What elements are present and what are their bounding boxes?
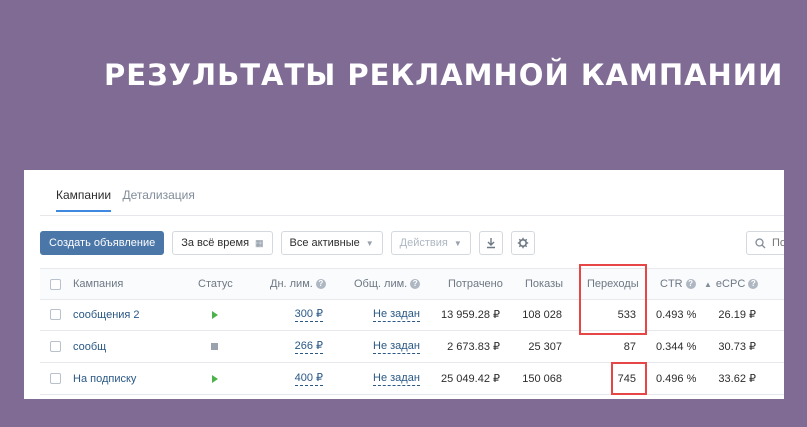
- toolbar: Создать объявление За всё время ▦ Все ак…: [40, 231, 543, 255]
- column-day-limit-label: Дн. лим.: [270, 278, 313, 290]
- chevron-down-icon: ▼: [453, 238, 462, 248]
- tab-campaigns[interactable]: Кампании: [56, 188, 112, 212]
- calendar-icon: ▦: [255, 237, 264, 248]
- column-total-limit-label: Общ. лим.: [354, 278, 408, 290]
- actions-label: Действия: [399, 237, 448, 249]
- row-checkbox[interactable]: [50, 331, 61, 362]
- status-stopped-icon[interactable]: [211, 331, 218, 362]
- day-limit-value: 400 ₽: [294, 371, 323, 386]
- row-checkbox[interactable]: [50, 363, 61, 394]
- total-limit-link[interactable]: Не задан: [373, 363, 420, 394]
- impressions-value: 25 307: [528, 340, 562, 353]
- day-limit-link[interactable]: 300 ₽: [280, 299, 323, 330]
- total-limit-value: Не задан: [373, 339, 420, 354]
- tabs-divider: [40, 215, 784, 216]
- search-field[interactable]: [746, 231, 784, 255]
- day-limit-value: 266 ₽: [294, 339, 323, 354]
- status-filter-select[interactable]: Все активные ▼: [280, 231, 383, 255]
- spent-value: 13 959.28 ₽: [441, 309, 500, 321]
- gear-icon: [517, 237, 528, 249]
- period-label: За всё время: [181, 237, 250, 249]
- campaign-name-link[interactable]: сообщения 2: [73, 299, 140, 330]
- total-limit-value: Не задан: [373, 307, 420, 322]
- sort-asc-icon: ▲: [704, 279, 712, 289]
- clicks-highlight-box: [579, 264, 647, 335]
- page-title: РЕЗУЛЬТАТЫ РЕКЛАМНОЙ КАМПАНИИ: [104, 58, 784, 92]
- column-total-limit[interactable]: Общ. лим.?: [354, 269, 421, 299]
- chevron-down-icon: ▼: [365, 238, 374, 248]
- period-select[interactable]: За всё время ▦: [172, 231, 273, 255]
- spent-value: 2 673.83 ₽: [447, 341, 500, 353]
- campaign-name-link[interactable]: сообщ: [73, 331, 106, 362]
- column-impressions[interactable]: Показы: [525, 269, 563, 299]
- total-limit-value: Не задан: [373, 371, 420, 386]
- table-row: сообщ 266 ₽ Не задан 2 673.83 ₽ 25 307 8…: [40, 331, 784, 363]
- tab-details[interactable]: Детализация: [122, 188, 194, 210]
- table-row: сообщения 2 300 ₽ Не задан 13 959.28 ₽ 1…: [40, 299, 784, 331]
- clicks-value: 87: [623, 340, 636, 353]
- help-icon[interactable]: ?: [685, 279, 696, 289]
- settings-button[interactable]: [510, 231, 535, 255]
- impressions-value: 108 028: [522, 308, 562, 321]
- day-limit-value: 300 ₽: [294, 307, 323, 322]
- table-header: Кампания Статус Дн. лим.? Общ. лим.? Пот…: [40, 268, 784, 300]
- day-limit-link[interactable]: 266 ₽: [280, 331, 323, 362]
- tabs: Кампании Детализация: [56, 188, 203, 212]
- clicks-highlight-box: [611, 362, 647, 395]
- actions-select[interactable]: Действия ▼: [390, 231, 471, 255]
- status-active-icon[interactable]: [212, 299, 218, 330]
- select-all-checkbox[interactable]: [50, 269, 61, 299]
- download-button[interactable]: [478, 231, 503, 255]
- help-icon[interactable]: ?: [410, 279, 421, 289]
- help-icon[interactable]: ?: [315, 279, 326, 289]
- impressions-value: 150 068: [522, 372, 562, 385]
- ctr-value: 0.344 %: [656, 340, 697, 353]
- table-row: На подписку 400 ₽ Не задан 25 049.42 ₽ 1…: [40, 363, 784, 395]
- ctr-value: 0.496 %: [656, 372, 697, 385]
- column-status[interactable]: Статус: [198, 269, 233, 299]
- column-ecpc-label: eCPC: [715, 278, 746, 290]
- day-limit-link[interactable]: 400 ₽: [280, 363, 323, 394]
- download-icon: [486, 238, 495, 249]
- column-spent[interactable]: Потрачено: [448, 269, 503, 299]
- column-ecpc[interactable]: ▲ eCPC?: [704, 269, 759, 299]
- search-input[interactable]: [770, 236, 784, 250]
- ecpc-value: 33.62 ₽: [718, 373, 756, 385]
- column-campaign[interactable]: Кампания: [73, 269, 123, 299]
- spent-value: 25 049.42 ₽: [441, 373, 500, 385]
- total-limit-link[interactable]: Не задан: [373, 331, 420, 362]
- total-limit-link[interactable]: Не задан: [373, 299, 420, 330]
- row-checkbox[interactable]: [50, 299, 61, 330]
- ctr-value: 0.493 %: [656, 308, 697, 321]
- column-day-limit[interactable]: Дн. лим.?: [270, 269, 326, 299]
- help-icon[interactable]: ?: [748, 279, 759, 289]
- column-ctr-label: CTR: [660, 278, 683, 290]
- ecpc-value: 26.19 ₽: [718, 309, 756, 321]
- status-active-icon[interactable]: [212, 363, 218, 394]
- status-filter-label: Все активные: [289, 237, 360, 249]
- search-icon: [755, 237, 766, 248]
- campaign-name-link[interactable]: На подписку: [73, 363, 136, 394]
- ads-cabinet-panel: Кампании Детализация Создать объявление …: [24, 170, 784, 399]
- ecpc-value: 30.73 ₽: [718, 341, 756, 353]
- column-ctr[interactable]: CTR?: [660, 269, 696, 299]
- create-ad-button[interactable]: Создать объявление: [40, 231, 165, 255]
